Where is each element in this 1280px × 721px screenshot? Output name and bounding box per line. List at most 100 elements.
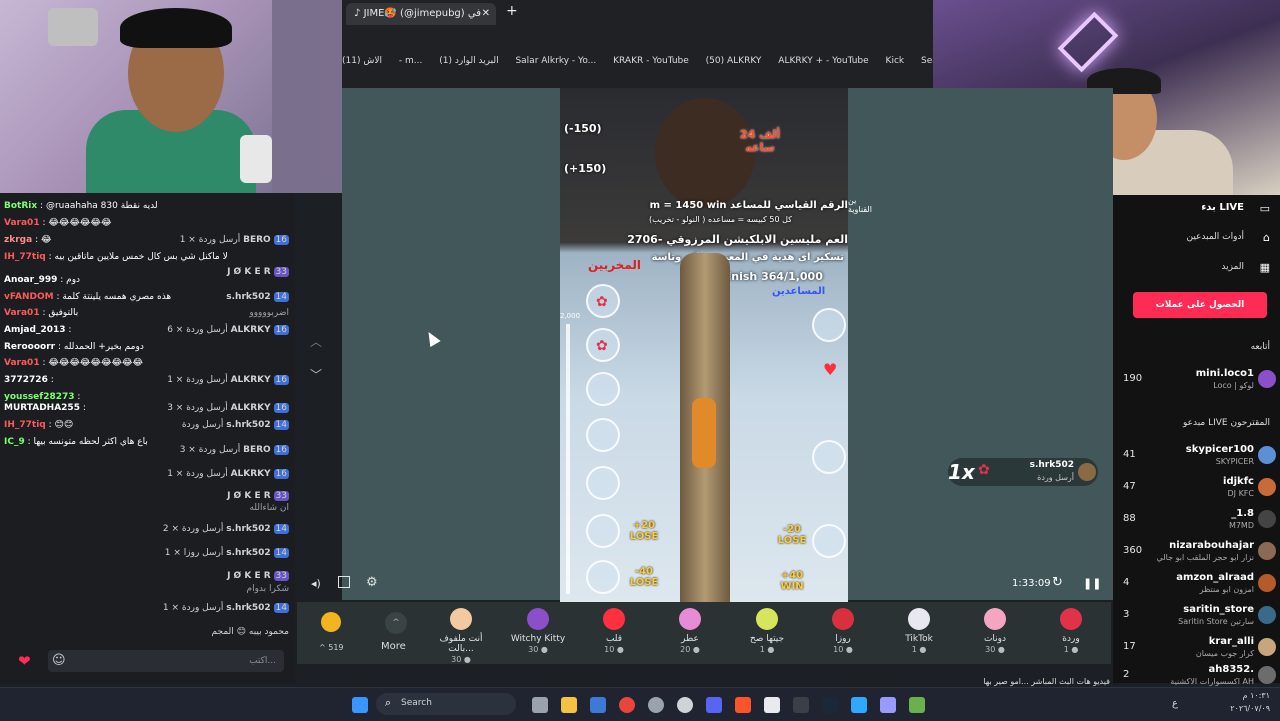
gift-item[interactable]: وردة 1 ●: [1041, 608, 1101, 654]
language-indicator[interactable]: ع: [1172, 698, 1178, 709]
discord-icon[interactable]: [706, 697, 722, 713]
suggested-row[interactable]: 3 saritin_store Saritin Store سارتين: [1113, 601, 1280, 631]
gift-item[interactable]: عطر 20 ●: [660, 608, 720, 654]
tiktok-event-user[interactable]: s.hrk502: [226, 603, 270, 613]
task-view-icon[interactable]: [532, 697, 548, 713]
tiktok-event-user[interactable]: BERO: [243, 445, 271, 455]
creator-tools-link[interactable]: أدوات المبدعين: [1186, 232, 1244, 242]
chat-username[interactable]: zkrga: [4, 235, 32, 245]
chat-username[interactable]: Anoar_999: [4, 275, 57, 285]
windows-start-icon[interactable]: [352, 697, 368, 713]
capcut-icon[interactable]: [793, 697, 809, 713]
store-icon[interactable]: [590, 697, 606, 713]
creator-subtitle: اكسسوارات الاكشنية AH: [1170, 677, 1254, 686]
chat-username[interactable]: 3772726: [4, 375, 48, 385]
chat-message: :: [82, 403, 86, 413]
premiere-icon[interactable]: [880, 697, 896, 713]
bookmarks-bar: الاش (11) - m... البريد الوارد (1) Salar…: [342, 56, 933, 78]
suggested-row[interactable]: 88 _1.8 M7MD: [1113, 505, 1280, 535]
settings-icon[interactable]: [677, 697, 693, 713]
suggested-row[interactable]: 4 amzon_alraad امزون ابو منتظر: [1113, 569, 1280, 599]
chevron-down-icon[interactable]: ﹀: [310, 366, 322, 383]
tiktok-app-icon[interactable]: [764, 697, 780, 713]
creator-name: saritin_store: [1183, 604, 1254, 615]
chat-username[interactable]: BotRix: [4, 201, 37, 211]
get-coins-button[interactable]: الحصول على عملات: [1133, 292, 1267, 318]
bookmark-item[interactable]: Kick: [886, 56, 905, 66]
bookmark-item[interactable]: (11) - m...: [342, 56, 422, 66]
video-camera-icon[interactable]: ▭: [1260, 202, 1270, 215]
gift-item[interactable]: جيتها صح 1 ●: [737, 608, 797, 654]
tiktok-event-user[interactable]: ALKRKY: [231, 469, 271, 479]
tiktok-event-user[interactable]: J Ø K E R: [227, 491, 271, 501]
bookmark-item[interactable]: الاش: [363, 56, 382, 66]
coin-icon[interactable]: [321, 612, 341, 632]
chat-username[interactable]: Vara01: [4, 308, 40, 318]
chevron-up-icon[interactable]: ︿: [310, 333, 322, 350]
level-badge: 16: [273, 235, 289, 245]
chat-username[interactable]: Vara01: [4, 358, 40, 368]
close-tab-icon[interactable]: ✕: [482, 3, 490, 25]
creator-name: krar_alli: [1208, 636, 1254, 647]
file-explorer-icon[interactable]: [561, 697, 577, 713]
bookmark-item[interactable]: Search r: [921, 56, 933, 66]
volume-icon[interactable]: ◂): [311, 577, 321, 590]
gift-item[interactable]: أنت ملفوف بالت... 30 ●: [431, 608, 491, 664]
chat-username[interactable]: Vara01: [4, 218, 40, 228]
refresh-icon[interactable]: ↻: [1052, 575, 1063, 590]
creator-name: nizarabouhajar: [1169, 540, 1254, 551]
following-row[interactable]: 190 mini.loco1 Loco | لوكو: [1113, 365, 1280, 395]
heart-icon[interactable]: ❤: [18, 652, 31, 670]
tiktok-event-user[interactable]: s.hrk502: [226, 548, 270, 558]
chat-username[interactable]: vFANDOM: [4, 292, 54, 302]
pause-icon[interactable]: ❚❚: [1083, 577, 1101, 590]
clock-time[interactable]: ١٠:٣١ م: [1218, 691, 1270, 700]
chat-username[interactable]: Amjad_2013: [4, 325, 66, 335]
home-icon[interactable]: ⌂: [1263, 231, 1270, 244]
gift-item[interactable]: روزا 10 ●: [813, 608, 873, 654]
reward-label: -20 LOSE: [777, 524, 807, 546]
gift-item[interactable]: قلب 10 ●: [584, 608, 644, 654]
bookmark-item[interactable]: البريد الوارد: [455, 56, 499, 66]
suggested-row[interactable]: 17 krar_alli كرار جوب ميسان: [1113, 633, 1280, 663]
chrome-icon[interactable]: [619, 697, 635, 713]
chat-username[interactable]: IH_77tiq: [4, 252, 46, 262]
chat-username[interactable]: MURTADHA255: [4, 403, 80, 413]
bookmark-item[interactable]: (50) ALKRKY: [706, 56, 762, 66]
suggested-row[interactable]: 41 skypicer100 SKYPICER: [1113, 441, 1280, 471]
photoshop-icon[interactable]: [851, 697, 867, 713]
tiktok-event-user[interactable]: J Ø K E R: [227, 571, 271, 581]
viewer-count: 3: [1123, 609, 1130, 620]
tiktok-event-user[interactable]: s.hrk502: [226, 524, 270, 534]
bookmark-item[interactable]: ALKRKY + - YouTube: [778, 56, 868, 66]
minecraft-icon[interactable]: [909, 697, 925, 713]
taskbar-search[interactable]: ⌕ Search: [376, 693, 516, 715]
game-video[interactable]: (-150) (+150) ألف 24 ساعه m = 1450 win ا…: [560, 88, 848, 603]
chat-input[interactable]: اكتب...: [48, 650, 284, 672]
chat-username[interactable]: Reroooorr: [4, 342, 55, 352]
go-live-button[interactable]: بدء LIVE: [1201, 202, 1244, 213]
grid-icon[interactable]: ▦: [1260, 261, 1270, 274]
obs-icon[interactable]: [648, 697, 664, 713]
gift-item[interactable]: دونات 30 ●: [965, 608, 1025, 654]
fullscreen-icon[interactable]: [338, 576, 350, 588]
settings-gear-icon[interactable]: ⚙: [366, 575, 378, 590]
gift-item[interactable]: TikTok 1 ●: [889, 608, 949, 654]
more-gifts-icon[interactable]: ^: [385, 612, 407, 634]
creator-name: _1.8: [1231, 508, 1254, 519]
gift-item[interactable]: Witchy Kitty 30 ●: [508, 608, 568, 654]
suggested-row[interactable]: 360 nizarabouhajar نزار ابو حجر الملقب ابو…: [1113, 537, 1280, 567]
more-link[interactable]: المزيد: [1221, 262, 1244, 272]
more-gifts-button[interactable]: More: [381, 641, 406, 652]
browser-tab[interactable]: ♪ JIME🥵 (@jimepubg) في ✕: [346, 3, 496, 25]
creator-name: amzon_alraad: [1176, 572, 1254, 583]
emoji-icon[interactable]: ☺: [52, 653, 66, 668]
bookmark-item[interactable]: KRAKR - YouTube: [613, 56, 689, 66]
steam-icon[interactable]: [822, 697, 838, 713]
tiktok-event: 6 × أرسل وردة ALKRKY 16: [167, 325, 289, 335]
brave-icon[interactable]: [735, 697, 751, 713]
suggested-row[interactable]: 47 idjkfc DJ KFC: [1113, 473, 1280, 503]
chat-username[interactable]: IH_77tiq: [4, 420, 46, 430]
new-tab-button[interactable]: +: [506, 3, 518, 19]
clock-date[interactable]: ٢٠٢٦/٠٧/٠٩: [1218, 704, 1270, 713]
